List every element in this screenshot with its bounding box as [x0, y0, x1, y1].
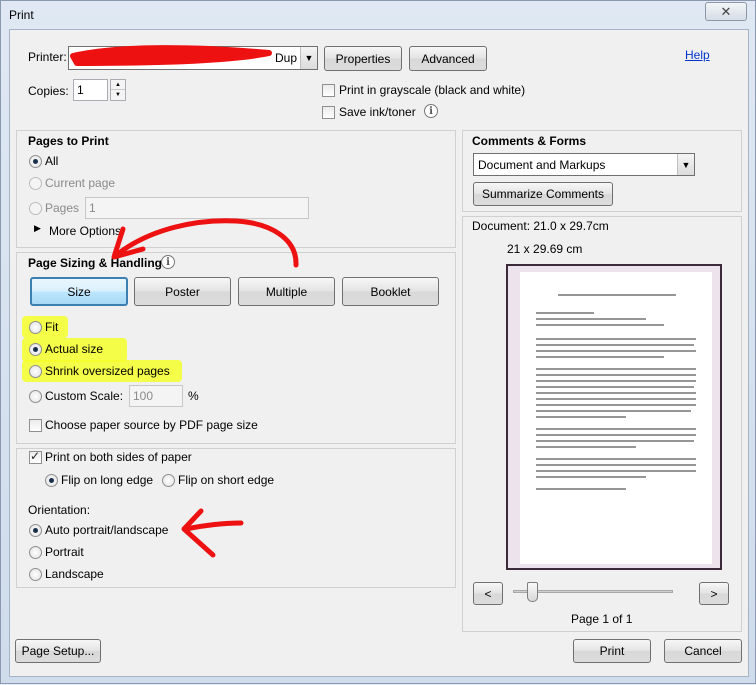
cancel-button-label: Cancel — [684, 644, 722, 658]
page-slider-thumb[interactable] — [527, 582, 538, 602]
advanced-button[interactable]: Advanced — [409, 46, 487, 71]
pages-range-label: Pages — [45, 201, 80, 215]
all-pages-label: All — [45, 154, 59, 168]
print-button-label: Print — [599, 644, 625, 658]
landscape-radio[interactable] — [29, 568, 42, 581]
page-sizing-info-icon[interactable]: i — [161, 255, 175, 269]
long-edge-radio[interactable] — [45, 474, 58, 487]
auto-orientation-label: Auto portrait/landscape — [45, 523, 169, 537]
shrink-oversized-label: Shrink oversized pages — [45, 364, 170, 378]
both-sides-label: Print on both sides of paper — [45, 450, 192, 464]
current-page-radio[interactable] — [29, 177, 42, 190]
fit-radio[interactable] — [29, 321, 42, 334]
cancel-button[interactable]: Cancel — [664, 639, 742, 663]
tab-size[interactable]: Size — [30, 277, 128, 306]
long-edge-label: Flip on long edge — [61, 473, 154, 487]
tab-multiple[interactable]: Multiple — [238, 277, 335, 306]
next-page-button[interactable]: > — [699, 582, 729, 605]
page-preview — [506, 264, 722, 570]
custom-scale-input[interactable]: 100 — [129, 385, 183, 407]
save-ink-label: Save ink/toner — [339, 105, 416, 119]
tab-booklet-label: Booklet — [370, 284, 411, 299]
spinner-down-icon[interactable]: ▼ — [111, 90, 125, 100]
print-dialog: Print ✕ Printer: Dup ▼ Properties Advanc… — [0, 0, 756, 684]
portrait-radio[interactable] — [29, 546, 42, 559]
tab-poster[interactable]: Poster — [134, 277, 231, 306]
shrink-oversized-radio[interactable] — [29, 365, 42, 378]
printer-select[interactable]: Dup ▼ — [68, 46, 318, 70]
properties-button[interactable]: Properties — [324, 46, 402, 71]
auto-orientation-radio[interactable] — [29, 524, 42, 537]
fit-label: Fit — [45, 320, 59, 334]
summarize-comments-button[interactable]: Summarize Comments — [473, 182, 613, 206]
properties-button-label: Properties — [335, 51, 391, 66]
percent-label: % — [188, 389, 199, 403]
page-setup-label: Page Setup... — [21, 644, 95, 658]
short-edge-radio[interactable] — [162, 474, 175, 487]
tab-multiple-label: Multiple — [265, 284, 308, 299]
copies-input[interactable]: 1 — [73, 79, 108, 101]
page-setup-button[interactable]: Page Setup... — [15, 639, 101, 663]
orientation-title: Orientation: — [28, 503, 91, 517]
actual-size-label: Actual size — [45, 342, 104, 356]
copies-label: Copies: — [28, 84, 69, 98]
paper-source-checkbox[interactable] — [29, 419, 42, 432]
tab-booklet[interactable]: Booklet — [342, 277, 439, 306]
info-icon[interactable]: i — [424, 104, 438, 118]
page-size-label: 21 x 29.69 cm — [507, 242, 583, 256]
pages-range-radio[interactable] — [29, 202, 42, 215]
prev-page-icon: < — [484, 586, 492, 601]
actual-size-radio[interactable] — [29, 343, 42, 356]
grayscale-label: Print in grayscale (black and white) — [339, 83, 526, 97]
both-sides-checkbox[interactable] — [29, 449, 42, 464]
help-link[interactable]: Help — [685, 48, 710, 62]
dropdown-arrow-icon: ▼ — [300, 47, 317, 69]
close-button[interactable]: ✕ — [705, 2, 747, 21]
preview-page-sheet — [520, 272, 712, 564]
landscape-label: Landscape — [45, 567, 104, 581]
custom-scale-radio[interactable] — [29, 390, 42, 403]
tab-poster-label: Poster — [165, 284, 200, 299]
page-sizing-title: Page Sizing & Handling — [28, 256, 163, 270]
close-icon: ✕ — [720, 3, 732, 19]
paper-source-label: Choose paper source by PDF page size — [45, 418, 258, 432]
page-indicator: Page 1 of 1 — [571, 612, 633, 626]
tab-size-label: Size — [67, 284, 91, 299]
copies-spinner[interactable]: ▲ ▼ — [110, 79, 126, 101]
advanced-button-label: Advanced — [421, 51, 475, 66]
pages-to-print-title: Pages to Print — [28, 134, 109, 148]
portrait-label: Portrait — [45, 545, 84, 559]
document-size-label: Document: 21.0 x 29.7cm — [472, 219, 609, 233]
current-page-label: Current page — [45, 176, 116, 190]
short-edge-label: Flip on short edge — [178, 473, 275, 487]
prev-page-button[interactable]: < — [473, 582, 503, 605]
custom-scale-label: Custom Scale: — [45, 389, 124, 403]
comments-forms-select[interactable]: Document and Markups ▼ — [473, 153, 695, 176]
comments-dropdown-arrow-icon: ▼ — [677, 154, 694, 175]
more-options-toggle[interactable]: More Options — [49, 224, 121, 238]
printer-label: Printer: — [28, 50, 67, 64]
spinner-up-icon[interactable]: ▲ — [111, 80, 125, 90]
save-ink-checkbox[interactable] — [322, 106, 335, 119]
comments-forms-title: Comments & Forms — [472, 134, 587, 148]
window-title: Print — [9, 8, 34, 22]
grayscale-checkbox[interactable] — [322, 84, 335, 97]
comments-forms-value: Document and Markups — [478, 157, 606, 172]
title-bar: Print ✕ — [1, 1, 755, 29]
expand-triangle-icon[interactable]: ▶ — [34, 223, 41, 234]
next-page-icon: > — [710, 586, 718, 601]
dialog-body: Printer: Dup ▼ Properties Advanced Help … — [9, 29, 749, 677]
summarize-comments-label: Summarize Comments — [481, 187, 605, 201]
all-pages-radio[interactable] — [29, 155, 42, 168]
pages-range-input[interactable]: 1 — [85, 197, 309, 219]
print-button[interactable]: Print — [573, 639, 651, 663]
printer-name-suffix: Dup — [274, 51, 297, 65]
